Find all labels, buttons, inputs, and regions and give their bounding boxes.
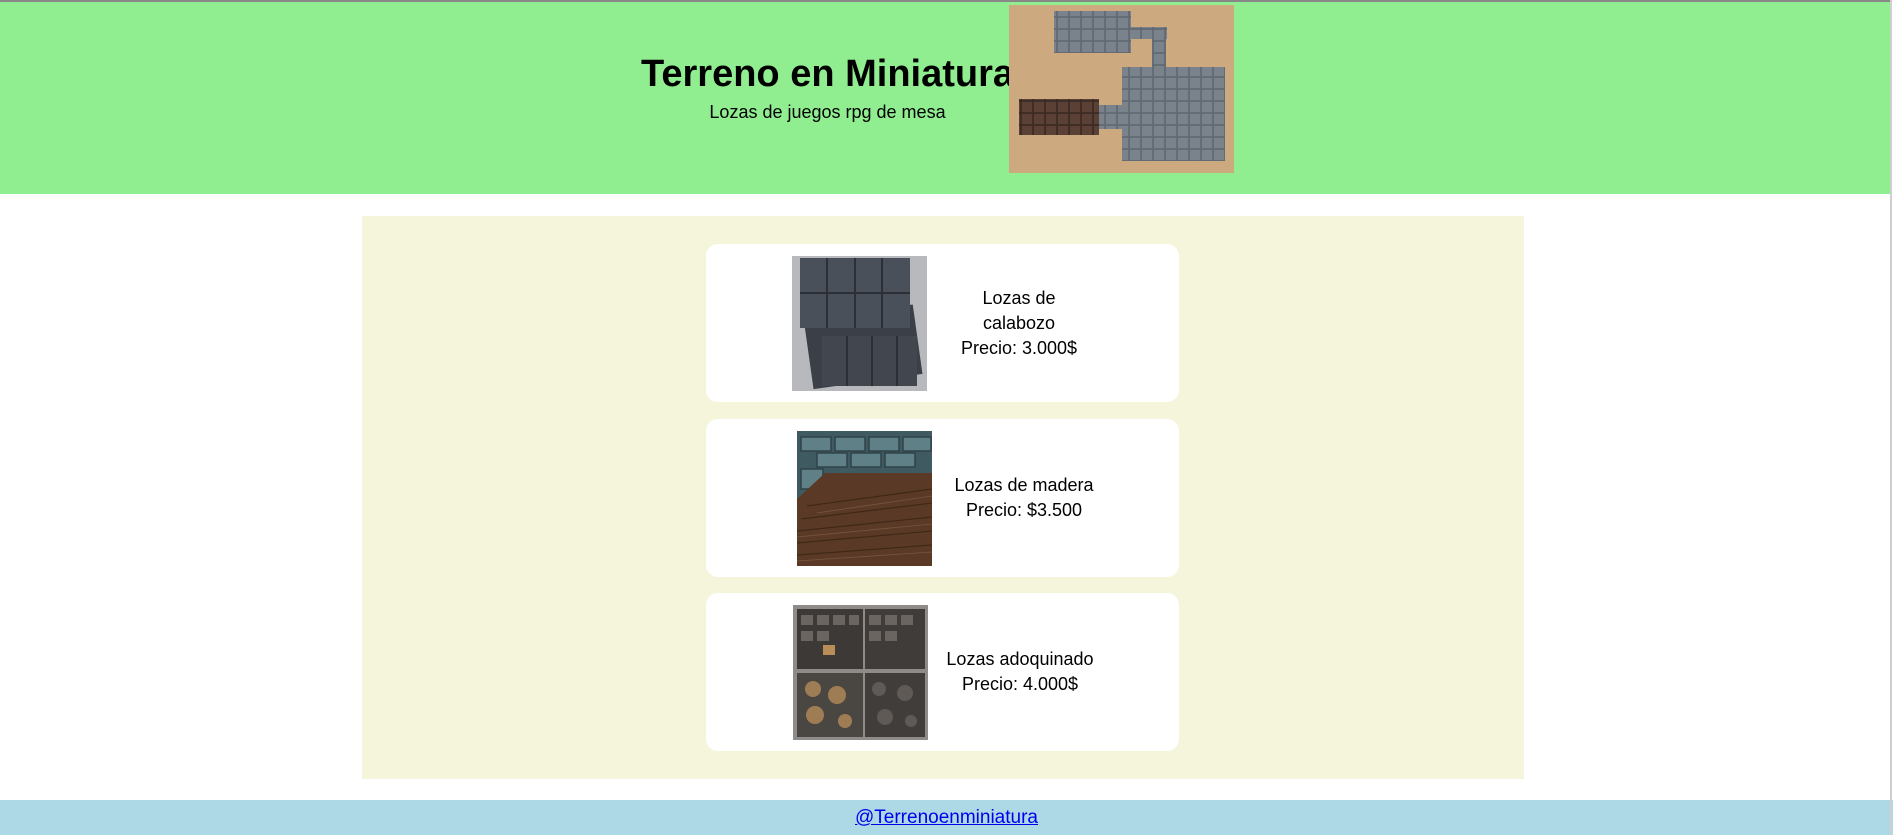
product-list: Lozas de calabozo Precio: 3.000$ Lozas d… <box>362 216 1524 779</box>
product-info: Lozas de madera Precio: $3.500 <box>949 419 1099 577</box>
social-handle-link[interactable]: @Terrenoenminiatura <box>855 807 1038 828</box>
product-price: Precio: 3.000$ <box>960 337 1078 358</box>
brand-block: Terreno en Miniatura Lozas de juegos rpg… <box>630 50 1025 124</box>
site-subtitle: Lozas de juegos rpg de mesa <box>709 102 946 122</box>
product-name: Lozas de madera <box>954 475 1094 495</box>
product-name: Lozas adoquinado <box>946 649 1094 669</box>
window-edge-divider <box>1890 0 1892 835</box>
site-title: Terreno en Miniatura <box>640 53 1015 95</box>
site-header: Terreno en Miniatura Lozas de juegos rpg… <box>0 0 1890 194</box>
product-price: Precio: $3.500 <box>965 500 1083 520</box>
product-price: Precio: 4.000$ <box>961 674 1079 694</box>
product-info: Lozas de calabozo Precio: 3.000$ <box>944 244 1094 402</box>
product-image-dungeon-tiles <box>792 256 927 391</box>
product-name: Lozas de calabozo <box>982 287 1056 333</box>
product-card: Lozas de madera Precio: $3.500 <box>706 419 1179 577</box>
product-image-cobblestone-tiles <box>793 605 928 740</box>
product-card: Lozas adoquinado Precio: 4.000$ <box>706 593 1179 751</box>
header-hero-image <box>1009 5 1234 173</box>
product-info: Lozas adoquinado Precio: 4.000$ <box>945 593 1095 751</box>
site-footer: @Terrenoenminiatura <box>0 800 1893 835</box>
page: Terreno en Miniatura Lozas de juegos rpg… <box>0 0 1893 835</box>
product-image-wood-tiles <box>797 431 932 566</box>
product-card: Lozas de calabozo Precio: 3.000$ <box>706 244 1179 402</box>
